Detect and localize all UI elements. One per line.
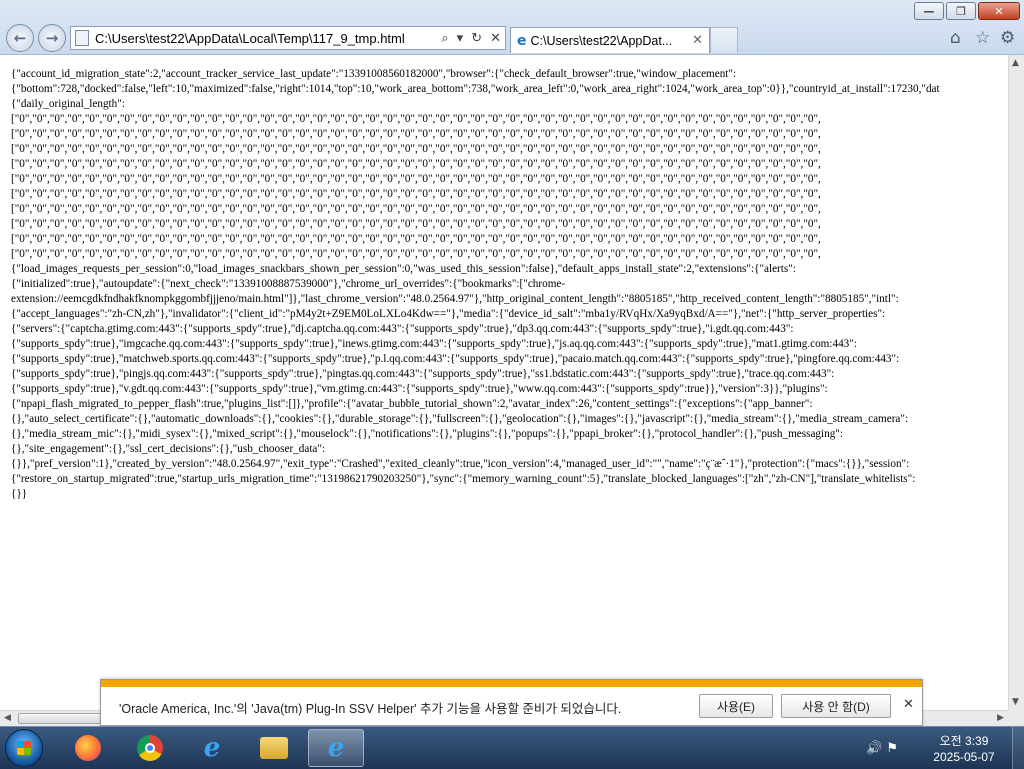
address-bar[interactable]: C:\Users\test22\AppData\Local\Temp\117_9… — [70, 26, 506, 50]
scroll-right-icon[interactable]: ▶ — [997, 713, 1004, 723]
json-text-line: {"load_images_requests_per_session":0,"l… — [11, 263, 796, 275]
disable-addon-button[interactable]: 사용 안 함(D) — [781, 694, 891, 718]
page-icon — [75, 30, 89, 46]
notification-message: 'Oracle America, Inc.'의 'Java(tm) Plug-I… — [119, 702, 622, 716]
browser-toolbar: — ❐ ✕ ← → C:\Users\test22\AppData\Local\… — [0, 0, 1024, 55]
folder-icon — [260, 737, 288, 759]
json-text-line: {}} — [11, 488, 28, 500]
json-text-line: {"npapi_flash_migrated_to_pepper_flash":… — [11, 398, 813, 410]
scrollbar-corner — [1008, 710, 1024, 726]
json-text-line: {},"auto_select_certificate":{},"automat… — [11, 413, 909, 425]
clock-date: 2025-05-07 — [933, 750, 995, 764]
tab-title: C:\Users\test22\AppDat... — [530, 33, 673, 48]
json-text-line: {"daily_original_length": — [11, 98, 125, 110]
taskbar: e e 🔊 ⚑ 오전 3:39 2025-05-07 — [0, 726, 1024, 769]
json-text-line: {}},"pref_version":1},"created_by_versio… — [11, 458, 910, 470]
vertical-scrollbar[interactable]: ▲ ▼ — [1008, 55, 1024, 710]
json-text-line: ["0","0","0","0","0","0","0","0","0","0"… — [11, 113, 821, 125]
json-text-line: ["0","0","0","0","0","0","0","0","0","0"… — [11, 203, 821, 215]
close-window-button[interactable]: ✕ — [978, 2, 1020, 20]
json-text-line: ["0","0","0","0","0","0","0","0","0","0"… — [11, 173, 821, 185]
json-text-line: ["0","0","0","0","0","0","0","0","0","0"… — [11, 233, 821, 245]
system-tray-icons[interactable]: 🔊 ⚑ — [866, 741, 898, 756]
tab-close-icon[interactable]: ✕ — [692, 33, 703, 48]
json-text-line: {"account_id_migration_state":2,"account… — [11, 68, 737, 80]
show-desktop-button[interactable] — [1012, 727, 1024, 769]
forward-button[interactable]: → — [38, 24, 66, 52]
restore-button[interactable]: ❐ — [946, 2, 976, 20]
new-tab-button[interactable] — [710, 27, 738, 53]
json-text-line: {},"site_engagement":{},"ssl_cert_decisi… — [11, 443, 326, 455]
json-text-line: {"accept_languages":"zh-CN,zh"},"invalid… — [11, 308, 886, 320]
taskbar-file-explorer[interactable] — [246, 729, 302, 767]
json-text-line: {"supports_spdy":true},"pingjs.qq.com:44… — [11, 368, 835, 380]
json-text-line: ["0","0","0","0","0","0","0","0","0","0"… — [11, 188, 821, 200]
json-text-line: extension://eemcgdkfndhakfknompkggombfjj… — [11, 293, 899, 305]
close-notification-icon[interactable]: ✕ — [903, 697, 914, 712]
json-text-line: {"bottom":728,"docked":false,"left":10,"… — [11, 83, 940, 95]
favorites-star-icon[interactable]: ☆ — [975, 28, 990, 48]
notification-accent-stripe — [101, 680, 922, 687]
json-text-line: ["0","0","0","0","0","0","0","0","0","0"… — [11, 143, 821, 155]
scroll-down-icon[interactable]: ▼ — [1012, 697, 1019, 707]
back-button[interactable]: ← — [6, 24, 34, 52]
addon-notification-bar: 'Oracle America, Inc.'의 'Java(tm) Plug-I… — [100, 679, 923, 726]
gear-icon[interactable]: ⚙ — [1000, 28, 1015, 48]
json-text-line: {"initialized":true},"autoupdate":{"next… — [11, 278, 566, 290]
ie-tab-icon: e — [517, 32, 527, 49]
page-content: {"account_id_migration_state":2,"account… — [0, 55, 1008, 710]
json-text-line: ["0","0","0","0","0","0","0","0","0","0"… — [11, 128, 821, 140]
scroll-left-icon[interactable]: ◀ — [4, 713, 11, 723]
taskbar-chrome[interactable] — [122, 729, 178, 767]
firefox-icon — [75, 735, 101, 761]
stop-icon[interactable]: ✕ — [490, 31, 501, 46]
json-text-line: {"restore_on_startup_migrated":true,"sta… — [11, 473, 916, 485]
tab-current[interactable]: e C:\Users\test22\AppDat... ✕ — [510, 27, 710, 53]
window-caption-buttons: — ❐ ✕ — [914, 2, 1020, 20]
scroll-up-icon[interactable]: ▲ — [1012, 58, 1019, 68]
address-url[interactable]: C:\Users\test22\AppData\Local\Temp\117_9… — [95, 31, 437, 46]
json-text-line: {"servers":{"captcha.gtimg.com:443":{"su… — [11, 323, 794, 335]
search-icon[interactable]: ⌕ — [441, 31, 448, 46]
home-icon[interactable]: ⌂ — [950, 28, 961, 48]
taskbar-firefox[interactable] — [60, 729, 116, 767]
minimize-button[interactable]: — — [914, 2, 944, 20]
json-text-line: ["0","0","0","0","0","0","0","0","0","0"… — [11, 248, 821, 260]
address-dropdown-icon[interactable]: ▾ — [457, 31, 464, 46]
clock-time: 오전 3:39 — [939, 734, 989, 748]
chrome-icon — [137, 735, 163, 761]
json-text-line: {},"media_stream_mic":{},"midi_sysex":{}… — [11, 428, 843, 440]
refresh-icon[interactable]: ↻ — [471, 31, 482, 46]
taskbar-clock[interactable]: 오전 3:39 2025-05-07 — [922, 733, 1006, 765]
internet-explorer-icon: e — [203, 733, 221, 763]
json-text-line: {"supports_spdy":true},"matchweb.sports.… — [11, 353, 900, 365]
taskbar-internet-explorer[interactable]: e — [184, 729, 240, 767]
json-text-line: {"supports_spdy":true},"imgcache.qq.com:… — [11, 338, 857, 350]
json-text-line: ["0","0","0","0","0","0","0","0","0","0"… — [11, 218, 821, 230]
internet-explorer-active-icon: e — [327, 733, 345, 763]
enable-addon-button[interactable]: 사용(E) — [699, 694, 773, 718]
json-text-line: ["0","0","0","0","0","0","0","0","0","0"… — [11, 158, 821, 170]
taskbar-internet-explorer-active[interactable]: e — [308, 729, 364, 767]
json-text-document: {"account_id_migration_state":2,"account… — [11, 67, 1008, 502]
start-button[interactable] — [5, 729, 43, 767]
json-text-line: {"supports_spdy":true},"v.gdt.qq.com:443… — [11, 383, 828, 395]
